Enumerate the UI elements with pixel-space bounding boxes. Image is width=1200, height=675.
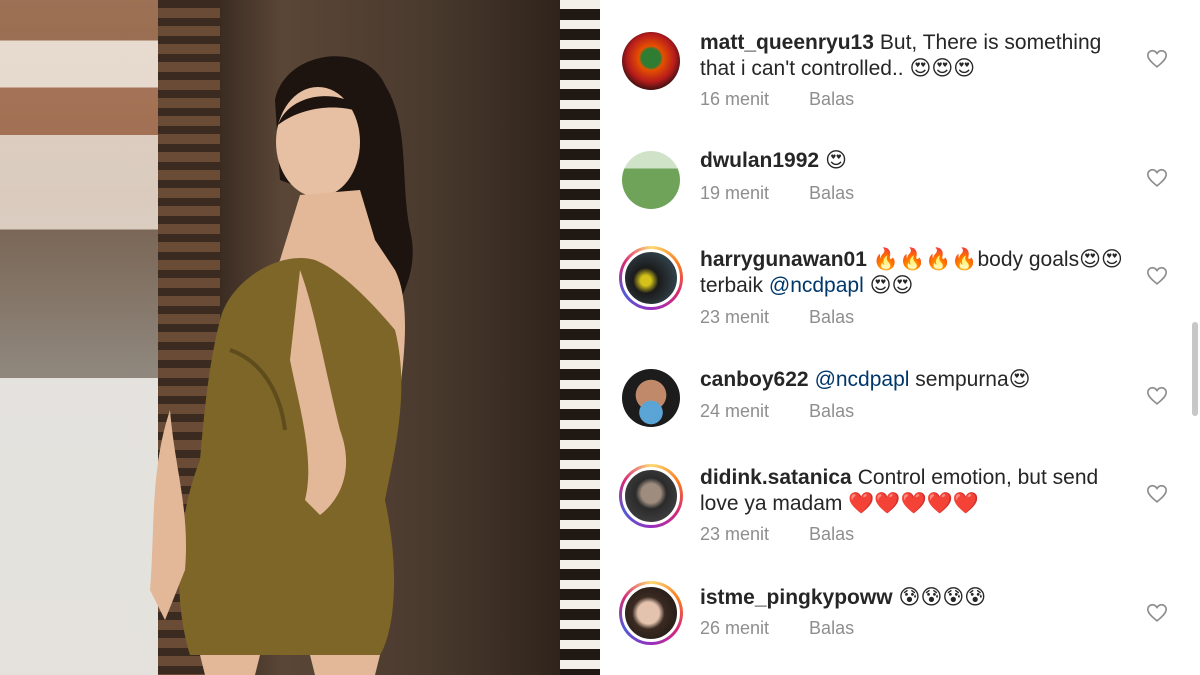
comment-meta: 23 menit Balas — [700, 307, 854, 328]
comment-list: matt_queenryu13 But, There is something t… — [600, 0, 1200, 675]
comment-meta: 24 menit Balas — [700, 401, 854, 422]
heart-outline-icon[interactable] — [1146, 385, 1168, 407]
reply-button[interactable]: Balas — [809, 307, 854, 327]
comment-text: didink.satanica Control emotion, but send… — [700, 465, 1140, 517]
comment-username[interactable]: harrygunawan01 — [700, 248, 867, 271]
avatar[interactable] — [619, 246, 683, 310]
heart-outline-icon[interactable] — [1146, 48, 1168, 70]
comment-body: sempurna😍 — [909, 368, 1031, 391]
comment-username[interactable]: matt_queenryu13 — [700, 31, 874, 54]
reply-button[interactable]: Balas — [809, 618, 854, 638]
heart-outline-icon[interactable] — [1146, 602, 1168, 624]
comment-meta: 19 menit Balas — [700, 183, 854, 204]
comment-username[interactable]: didink.satanica — [700, 466, 852, 489]
comment-time[interactable]: 24 menit — [700, 401, 769, 421]
avatar[interactable] — [622, 151, 680, 209]
heart-outline-icon[interactable] — [1146, 167, 1168, 189]
comment-body: 😍 — [825, 149, 847, 172]
comment-body: 😍😍 — [863, 274, 914, 297]
comment-body: 😰😰😰😰 — [898, 586, 987, 609]
comment-username[interactable]: dwulan1992 — [700, 149, 819, 172]
comment-text: canboy622 @ncdpapl sempurna😍 — [700, 367, 1140, 393]
comment-text: harrygunawan01 🔥🔥🔥🔥body goals😍😍 terbaik @… — [700, 247, 1140, 299]
comment-text: istme_pingkypoww 😰😰😰😰 — [700, 585, 1140, 611]
comment-time[interactable]: 26 menit — [700, 618, 769, 638]
reply-button[interactable]: Balas — [809, 183, 854, 203]
mention-link[interactable]: @ncdpapl — [769, 274, 864, 297]
avatar[interactable] — [622, 32, 680, 90]
post-photo — [0, 0, 600, 675]
heart-outline-icon[interactable] — [1146, 483, 1168, 505]
reply-button[interactable]: Balas — [809, 401, 854, 421]
avatar[interactable] — [619, 464, 683, 528]
avatar[interactable] — [619, 581, 683, 645]
woman-in-olive-dress-photo — [150, 56, 413, 675]
scrollbar-thumb[interactable] — [1192, 322, 1198, 416]
reply-button[interactable]: Balas — [809, 524, 854, 544]
mention-link[interactable]: @ncdpapl — [815, 368, 910, 391]
comment-time[interactable]: 19 menit — [700, 183, 769, 203]
comment-text: matt_queenryu13 But, There is something t… — [700, 30, 1140, 82]
avatar[interactable] — [622, 369, 680, 427]
comment-username[interactable]: istme_pingkypoww — [700, 586, 893, 609]
reply-button[interactable]: Balas — [809, 89, 854, 109]
comment-meta: 23 menit Balas — [700, 524, 854, 545]
comment-meta: 16 menit Balas — [700, 89, 854, 110]
comment-time[interactable]: 23 menit — [700, 307, 769, 327]
comment-username[interactable]: canboy622 — [700, 368, 809, 391]
comment-meta: 26 menit Balas — [700, 618, 854, 639]
comment-text: dwulan1992 😍 — [700, 148, 1140, 174]
heart-outline-icon[interactable] — [1146, 265, 1168, 287]
comment-time[interactable]: 23 menit — [700, 524, 769, 544]
comment-time[interactable]: 16 menit — [700, 89, 769, 109]
